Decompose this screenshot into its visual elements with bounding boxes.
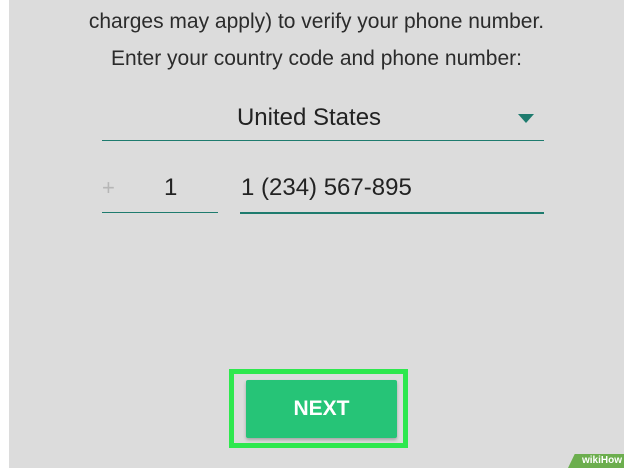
country-select-value: United States xyxy=(236,104,382,131)
wikihow-watermark: wikiHow xyxy=(568,454,624,468)
country-select[interactable]: United States xyxy=(102,96,544,141)
plus-prefix: + xyxy=(102,175,115,200)
instruction-text-line-2: Enter your country code and phone number… xyxy=(111,47,522,70)
dropdown-caret-icon xyxy=(518,114,534,123)
phone-number-value: 1 (234) 567-895 xyxy=(241,174,412,201)
instruction-text-line-1: charges may apply) to verify your phone … xyxy=(88,10,545,33)
country-code-field[interactable]: + 1 xyxy=(102,166,218,213)
next-button[interactable]: NEXT xyxy=(246,380,397,438)
phone-number-field[interactable]: 1 (234) 567-895 xyxy=(240,166,544,214)
country-code-value: 1 xyxy=(164,174,178,201)
phone-verification-screen: charges may apply) to verify your phone … xyxy=(9,0,624,468)
